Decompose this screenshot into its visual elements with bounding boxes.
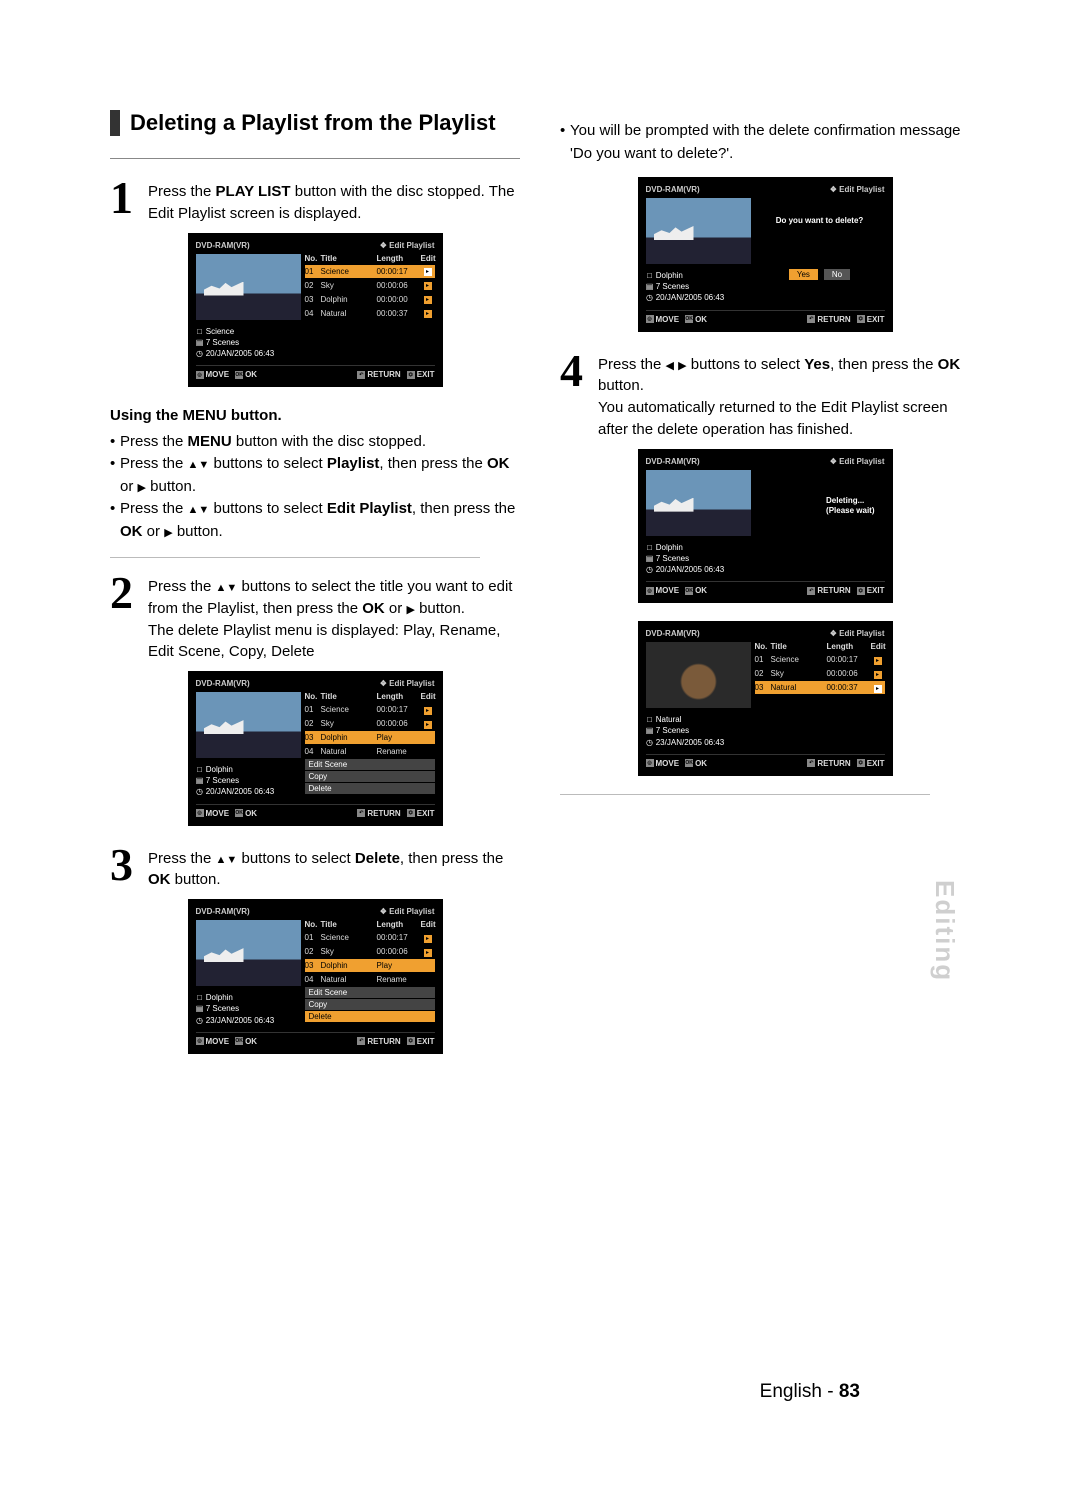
page-footer: English - 83 xyxy=(760,1381,860,1403)
side-tab: Editing xyxy=(929,880,960,982)
up-arrow-icon xyxy=(216,578,227,595)
step-text: Press the PLAY LIST button with the disc… xyxy=(148,177,520,225)
section-title: Deleting a Playlist from the Playlist xyxy=(130,110,496,136)
down-arrow-icon xyxy=(198,500,209,517)
divider xyxy=(560,794,930,795)
right-arrow-icon xyxy=(678,356,686,373)
section-bar-icon xyxy=(110,110,120,136)
step-number: 1 xyxy=(110,177,138,225)
play-icon xyxy=(138,478,146,495)
osd-thumbnail xyxy=(196,920,301,986)
osd-thumbnail xyxy=(196,254,301,320)
osd-screen-5: DVD-RAM(VR)❖ Edit Playlist □ Dolphin ▤ 7… xyxy=(638,449,893,604)
down-arrow-icon xyxy=(226,578,237,595)
step-2: 2 Press the buttons to select the title … xyxy=(110,572,520,663)
osd-screen-1: DVD-RAM(VR)❖ Edit Playlist □ Science ▤ 7… xyxy=(188,233,443,388)
down-arrow-icon xyxy=(198,455,209,472)
step-number: 3 xyxy=(110,844,138,892)
section-header: Deleting a Playlist from the Playlist xyxy=(110,110,520,136)
left-arrow-icon xyxy=(666,356,674,373)
menu-instructions: Using the MENU button. •Press the MENU b… xyxy=(110,405,520,543)
divider xyxy=(110,158,520,159)
up-arrow-icon xyxy=(188,455,199,472)
step-1: 1 Press the PLAY LIST button with the di… xyxy=(110,177,520,225)
osd-thumbnail xyxy=(646,470,751,536)
step-3: 3 Press the buttons to select Delete, th… xyxy=(110,844,520,892)
step-4: 4 Press the buttons to select Yes, then … xyxy=(560,350,970,441)
osd-yes-button: Yes xyxy=(789,269,818,280)
osd-screen-4: DVD-RAM(VR)❖ Edit Playlist □ Dolphin ▤ 7… xyxy=(638,177,893,332)
divider xyxy=(110,557,480,558)
step-number: 2 xyxy=(110,572,138,663)
play-icon xyxy=(406,600,414,617)
step-text: Press the buttons to select Delete, then… xyxy=(148,844,520,892)
step-text: Press the buttons to select Yes, then pr… xyxy=(598,350,970,441)
osd-thumbnail xyxy=(646,642,751,708)
osd-screen-2: DVD-RAM(VR)❖ Edit Playlist □ Dolphin ▤ 7… xyxy=(188,671,443,826)
down-arrow-icon xyxy=(226,850,237,867)
osd-screen-6: DVD-RAM(VR)❖ Edit Playlist □ Natural ▤ 7… xyxy=(638,621,893,776)
osd-thumbnail xyxy=(646,198,751,264)
prompt-note: •You will be prompted with the delete co… xyxy=(560,120,970,165)
osd-thumbnail xyxy=(196,692,301,758)
osd-no-button: No xyxy=(824,269,850,280)
step-number: 4 xyxy=(560,350,588,441)
play-icon xyxy=(164,523,172,540)
step-text: Press the buttons to select the title yo… xyxy=(148,572,520,663)
osd-screen-3: DVD-RAM(VR)❖ Edit Playlist □ Dolphin ▤ 7… xyxy=(188,899,443,1054)
up-arrow-icon xyxy=(216,850,227,867)
up-arrow-icon xyxy=(188,500,199,517)
